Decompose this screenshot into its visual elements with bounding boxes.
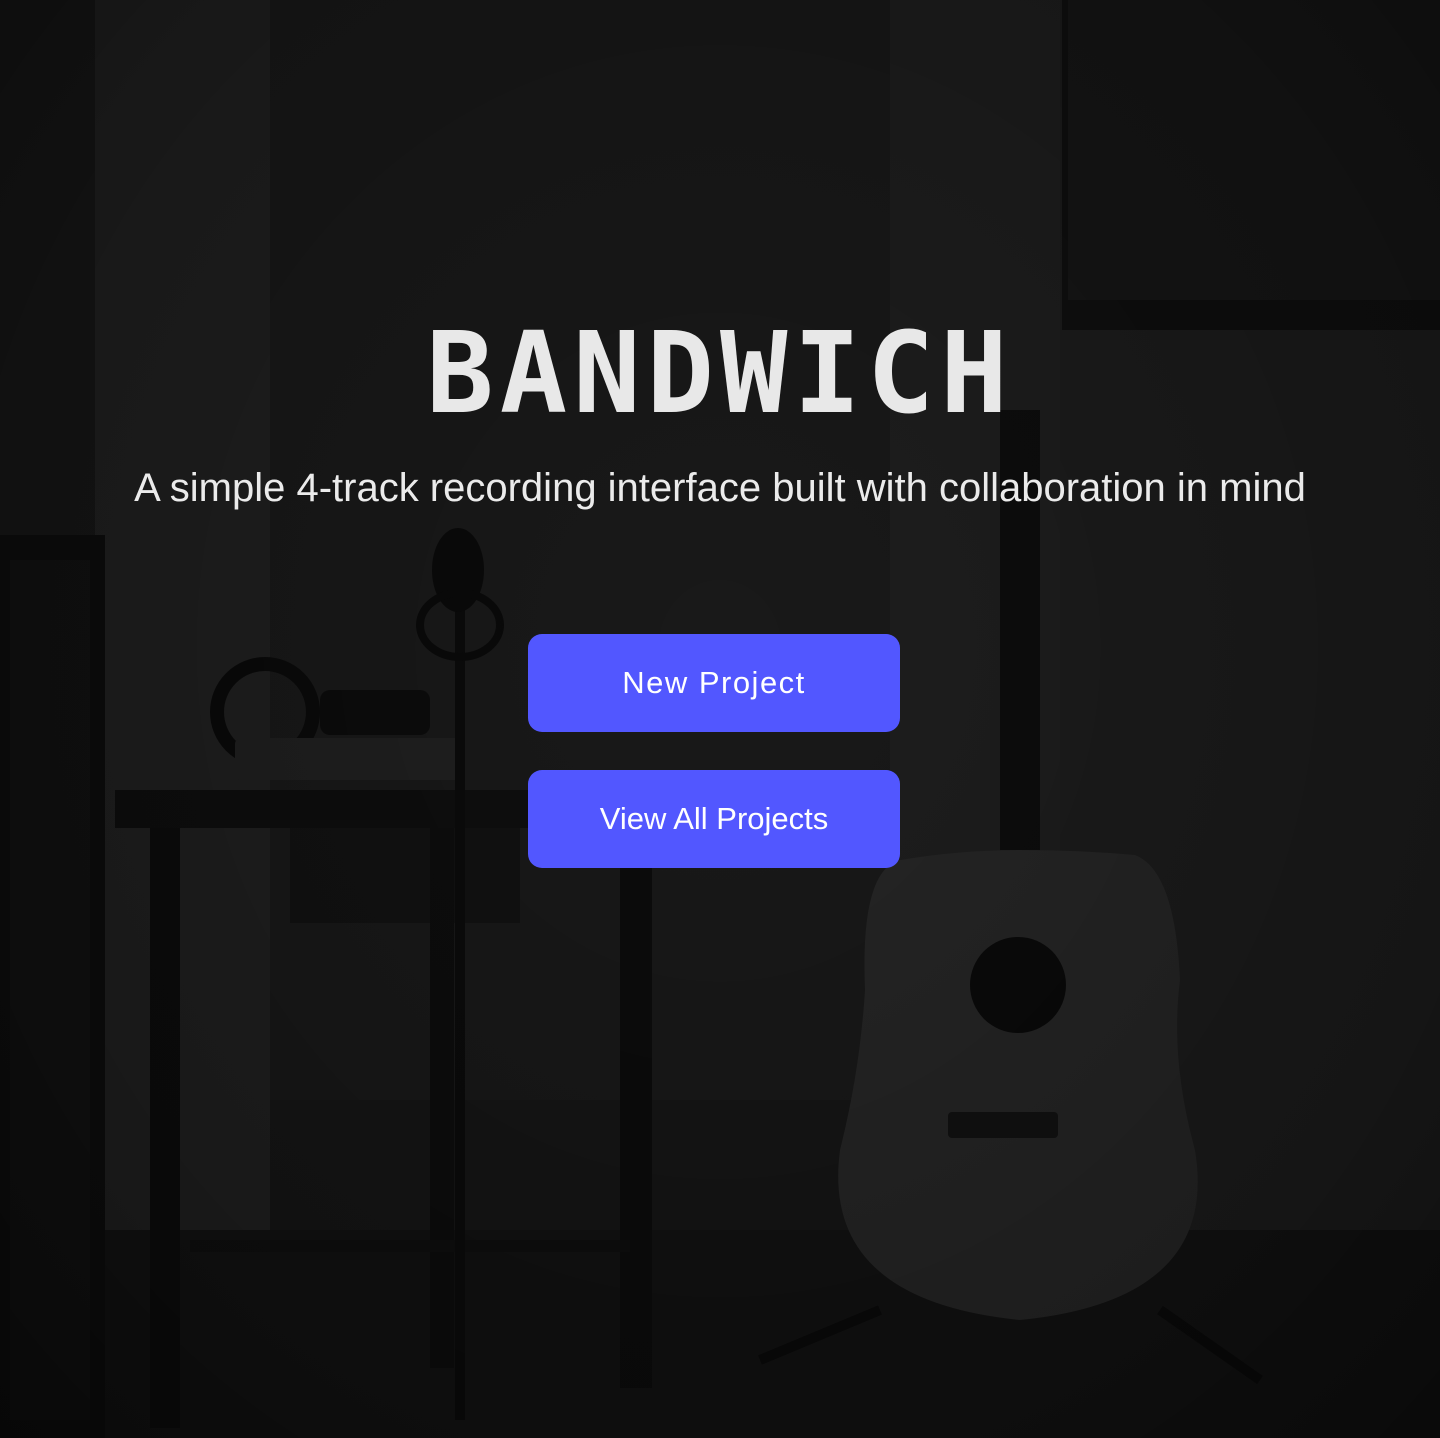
landing-page: BANDWICH A simple 4-track recording inte… <box>0 0 1440 1438</box>
hero-section: BANDWICH A simple 4-track recording inte… <box>0 0 1440 1438</box>
view-all-projects-button[interactable]: View All Projects <box>528 770 900 868</box>
app-title: BANDWICH <box>426 309 1014 439</box>
app-tagline: A simple 4-track recording interface bui… <box>134 466 1306 510</box>
new-project-button[interactable]: New Project <box>528 634 900 732</box>
